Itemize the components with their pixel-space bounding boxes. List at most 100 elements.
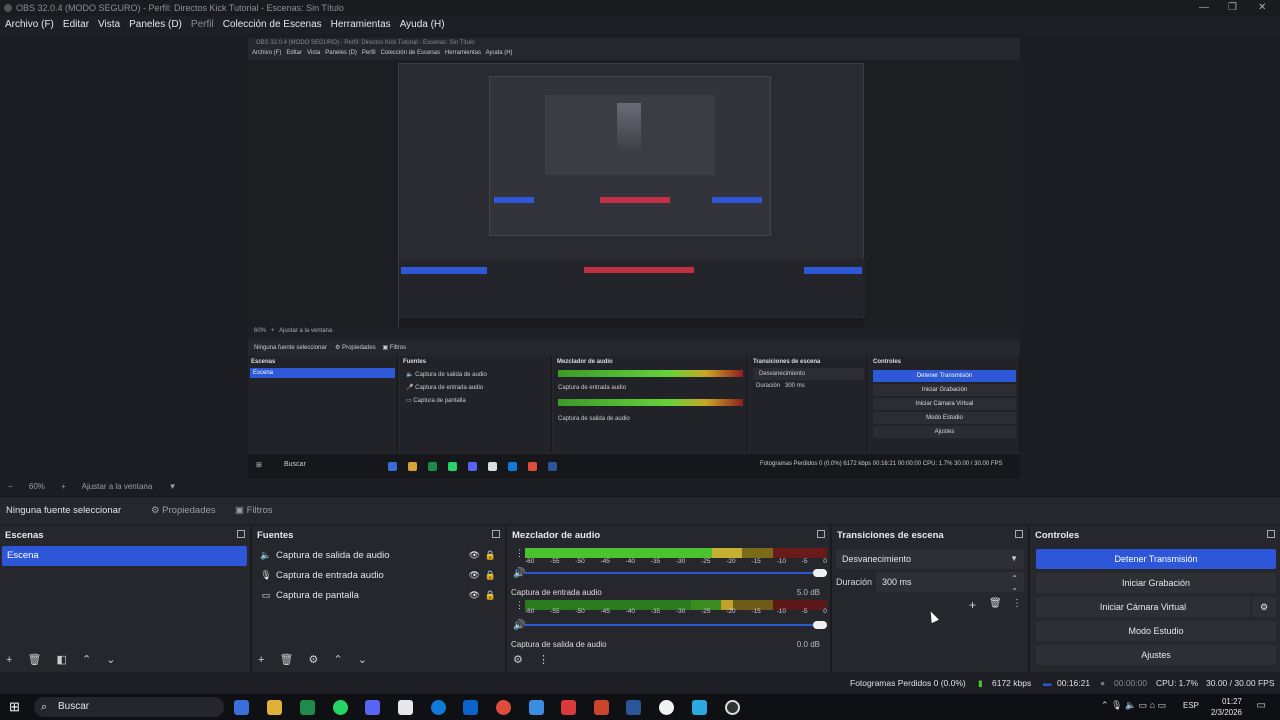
lock-icon[interactable]: 🔒 — [485, 546, 496, 564]
mixer-settings-icon[interactable]: ⚙ — [513, 654, 523, 666]
menu-paneles[interactable]: Paneles (D) — [129, 16, 182, 34]
start-recording-button[interactable]: Iniciar Grabación — [1036, 573, 1276, 593]
scene-filters-icon[interactable]: ◧ — [57, 654, 67, 666]
filters-button[interactable]: ▣ Filtros — [235, 503, 273, 519]
source-item[interactable]: ▭ Captura de pantalla 👁 🔒 — [260, 586, 496, 604]
scene-item-escena[interactable]: Escena — [2, 546, 247, 566]
copilot-icon[interactable] — [234, 700, 249, 715]
calendar-icon[interactable] — [398, 700, 413, 715]
mail-icon[interactable] — [529, 700, 544, 715]
meter-tick-label: -20 — [726, 608, 736, 615]
menu-vista[interactable]: Vista — [98, 16, 120, 34]
zoom-out-button[interactable]: − — [8, 482, 13, 491]
close-button[interactable]: ✕ — [1258, 0, 1266, 16]
visibility-eye-icon[interactable]: 👁 — [469, 546, 480, 564]
volume-icon[interactable]: 🔊 — [513, 568, 525, 579]
transition-menu-icon[interactable]: ⋮ — [1012, 598, 1022, 609]
clock[interactable]: 01:27 2/3/2026 — [1211, 696, 1242, 718]
add-scene-button[interactable]: + — [6, 654, 12, 666]
undock-icon[interactable] — [237, 530, 245, 538]
channel-menu-icon[interactable]: ⋮ — [515, 548, 524, 559]
delete-source-icon[interactable]: 🗑 — [280, 654, 294, 666]
source-properties-icon[interactable]: ⚙ — [309, 654, 319, 666]
minimize-button[interactable]: — — [1199, 0, 1209, 16]
menu-archivo[interactable]: Archivo (F) — [5, 16, 54, 34]
file-explorer-icon[interactable] — [267, 700, 282, 715]
properties-button[interactable]: ⚙ Propiedades — [151, 503, 216, 519]
virtual-camera-settings-icon[interactable]: ⚙ — [1252, 597, 1276, 617]
nested-props: Ninguna fuente seleccionar ⚙ Propiedades… — [248, 340, 1020, 356]
menu-coleccion[interactable]: Colección de Escenas — [223, 16, 322, 34]
zoom-in-button[interactable]: + — [61, 482, 66, 491]
meter-tick-label: -5 — [801, 608, 808, 615]
dock-area: Escenas Escena + 🗑 ◧ ⌃ ⌄ Fuentes 🔈 Captur… — [0, 526, 1280, 672]
window-title: OBS 32.0.4 (MODO SEGURO) - Perfil: Direc… — [16, 3, 344, 13]
transition-select[interactable]: Desvanecimiento ▼ — [836, 549, 1024, 569]
fit-window-button[interactable]: Ajustar a la ventana — [82, 482, 153, 491]
meter-tick-label: -50 — [575, 558, 585, 565]
menu-herramientas[interactable]: Herramientas — [331, 16, 391, 34]
volume-slider[interactable] — [525, 620, 827, 630]
meter-tick-label: -25 — [701, 608, 711, 615]
add-source-button[interactable]: + — [258, 654, 264, 666]
title-bar: OBS 32.0.4 (MODO SEGURO) - Perfil: Direc… — [0, 0, 1280, 16]
volume-slider[interactable] — [525, 568, 827, 578]
mixer-menu-icon[interactable]: ⋮ — [538, 654, 549, 666]
lock-icon[interactable]: 🔒 — [485, 566, 496, 584]
excel-icon[interactable] — [300, 700, 315, 715]
gear-icon: ⚙ — [151, 505, 160, 516]
source-item[interactable]: 🔈 Captura de salida de audio 👁 🔒 — [260, 546, 496, 564]
lock-icon[interactable]: 🔒 — [485, 586, 496, 604]
delete-transition-icon[interactable]: 🗑 — [989, 598, 1002, 609]
undock-icon[interactable] — [817, 530, 825, 538]
keyboard-language[interactable]: ESP — [1183, 701, 1199, 710]
volume-icon[interactable]: 🔊 — [513, 620, 525, 631]
wps-icon[interactable] — [561, 700, 576, 715]
edge-icon[interactable] — [431, 700, 446, 715]
sources-header: Fuentes — [252, 526, 505, 544]
menu-ayuda[interactable]: Ayuda (H) — [400, 16, 445, 34]
tray-icons[interactable]: ⌃ 🎙 🔈 ▭ ⌂ ▭ — [1101, 700, 1166, 711]
zoom-dropdown-icon[interactable]: ▼ — [169, 482, 177, 491]
meter-tick-label: -55 — [550, 608, 560, 615]
undock-icon[interactable] — [1267, 530, 1275, 538]
outlook-icon[interactable] — [463, 700, 478, 715]
delete-scene-icon[interactable]: 🗑 — [28, 654, 42, 666]
discord-icon[interactable] — [365, 700, 380, 715]
menu-editar[interactable]: Editar — [63, 16, 89, 34]
move-down-icon[interactable]: ⌄ — [358, 654, 367, 666]
move-down-icon[interactable]: ⌄ — [106, 654, 115, 666]
word-icon[interactable] — [626, 700, 641, 715]
source-toolbar: Ninguna fuente seleccionar ⚙ Propiedades… — [0, 496, 1280, 524]
undock-icon[interactable] — [1015, 530, 1023, 538]
transitions-header: Transiciones de escena — [832, 526, 1028, 544]
channel-menu-icon[interactable]: ⋮ — [515, 600, 524, 611]
clock-app-icon[interactable] — [659, 700, 674, 715]
studio-mode-button[interactable]: Modo Estudio — [1036, 621, 1276, 641]
move-up-icon[interactable]: ⌃ — [333, 654, 342, 666]
source-item[interactable]: 🎙 Captura de entrada audio 👁 🔒 — [260, 566, 496, 584]
move-up-icon[interactable]: ⌃ — [82, 654, 91, 666]
meter-tick-label: -10 — [776, 608, 786, 615]
settings-button[interactable]: Ajustes — [1036, 645, 1276, 665]
chrome-icon[interactable] — [496, 700, 511, 715]
taskbar-search[interactable]: ⌕ Buscar — [34, 697, 224, 717]
stream-icon: ▬ — [1043, 678, 1052, 688]
menu-perfil[interactable]: Perfil — [191, 16, 214, 34]
stop-streaming-button[interactable]: Detener Transmisión — [1036, 549, 1276, 569]
undock-icon[interactable] — [492, 530, 500, 538]
visibility-eye-icon[interactable]: 👁 — [469, 586, 480, 604]
start-virtual-camera-button[interactable]: Iniciar Cámara Virtual — [1036, 597, 1250, 617]
duration-stepper[interactable]: 300 ms ⌃ ⌄ — [876, 572, 1024, 592]
app-icon[interactable] — [692, 700, 707, 715]
add-transition-button[interactable]: + — [969, 598, 976, 612]
meter-tick-label: -40 — [625, 558, 636, 565]
windows-start-icon[interactable]: ⊞ — [9, 699, 20, 715]
maximize-button[interactable]: ❐ — [1228, 0, 1237, 16]
powerpoint-icon[interactable] — [594, 700, 609, 715]
obs-taskbar-icon[interactable] — [725, 700, 740, 715]
visibility-eye-icon[interactable]: 👁 — [469, 566, 480, 584]
cpu-usage: CPU: 1.7% — [1156, 678, 1199, 688]
notification-icon[interactable]: ▭ — [1257, 700, 1266, 711]
whatsapp-icon[interactable] — [333, 700, 348, 715]
